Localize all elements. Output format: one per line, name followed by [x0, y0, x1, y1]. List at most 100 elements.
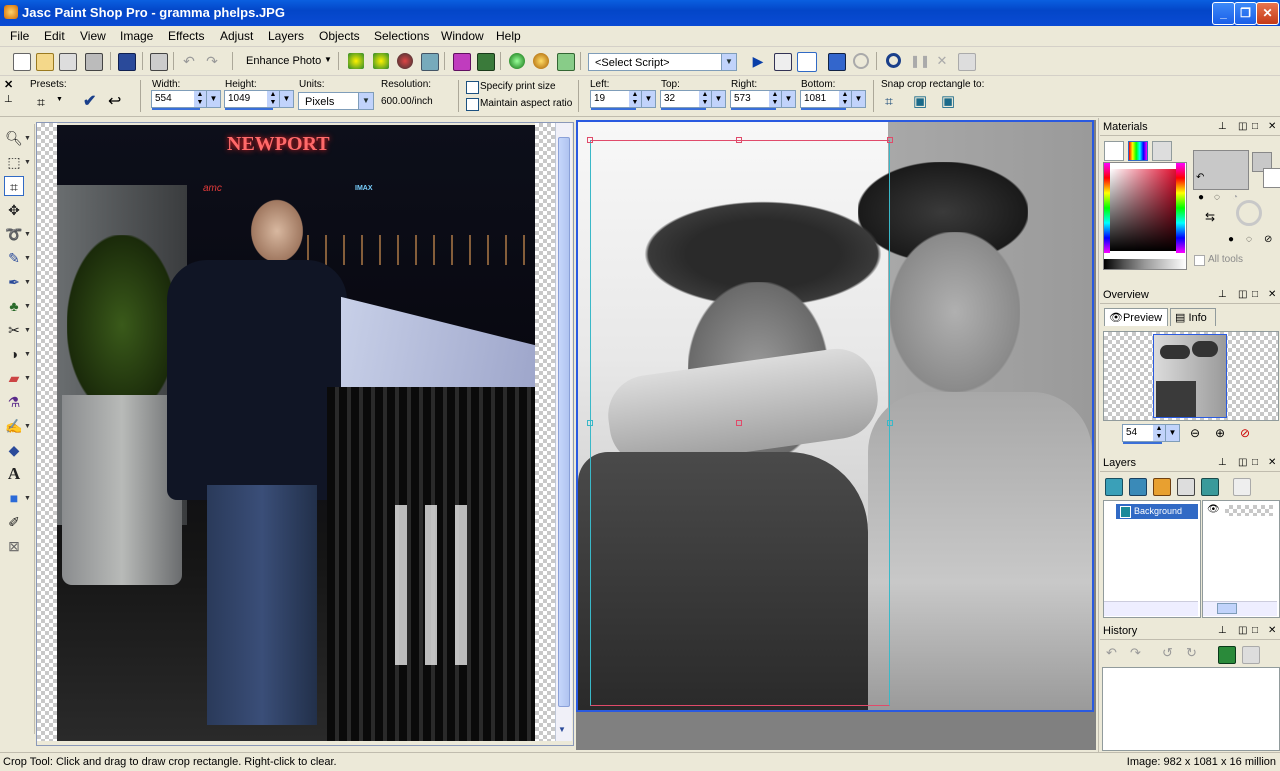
hue-bar-right[interactable] [1176, 163, 1185, 253]
undo-to-icon[interactable]: ↺ [1162, 645, 1173, 661]
crop-handle-top[interactable] [736, 137, 742, 143]
history-list[interactable] [1102, 667, 1280, 751]
pattern-icon[interactable]: ◔ [1232, 192, 1238, 203]
stop-icon[interactable]: ✕ [934, 53, 950, 69]
crop-handle-left[interactable] [587, 420, 593, 426]
minimize-button[interactable]: _ [1212, 2, 1235, 25]
menu-image[interactable]: Image [120, 29, 153, 43]
pin-icon[interactable]: ⊥ [1218, 623, 1227, 639]
zoom-actual-icon[interactable]: ⊘ [1240, 426, 1250, 440]
portrait-icon[interactable] [453, 53, 471, 71]
bg-none-icon[interactable]: ⊘ [1264, 234, 1272, 245]
bg-solid-icon[interactable]: ● [1228, 234, 1234, 245]
height-input[interactable]: 1049 ▲ ▼ ▼ [224, 90, 294, 110]
new-adjustment-icon[interactable] [1201, 478, 1219, 496]
help-icon[interactable]: ◫ [1238, 119, 1247, 135]
open-folder-icon[interactable] [36, 53, 54, 71]
hue-bar-left[interactable] [1104, 163, 1110, 253]
tab-preview[interactable]: 👁︎Preview [1104, 308, 1168, 326]
bottom-input[interactable]: 1081 ▲ ▼ ▼ [800, 90, 866, 110]
enhance-photo-menu[interactable]: Enhance Photo [246, 55, 321, 67]
units-select[interactable]: Pixels ▼ [298, 92, 374, 110]
swap-icon[interactable]: ↶ [1196, 172, 1204, 183]
green-face-icon[interactable] [509, 53, 525, 69]
close-options-icon[interactable]: ✕ [4, 78, 13, 91]
pin-icon[interactable]: ⊥ [4, 94, 13, 105]
maximize-icon[interactable]: □ [1252, 119, 1258, 135]
solid-color-icon[interactable]: ● [1198, 192, 1204, 203]
menu-selections[interactable]: Selections [374, 29, 429, 43]
pause-icon[interactable]: ❚❚ [910, 53, 930, 69]
help-icon[interactable]: ◫ [1238, 287, 1247, 303]
menu-objects[interactable]: Objects [319, 29, 360, 43]
undo-icon[interactable]: ↶ [181, 53, 197, 69]
document-window-right[interactable] [576, 120, 1096, 750]
chevron-down-icon[interactable]: ▼ [558, 725, 566, 734]
gradient-icon[interactable]: ◌ [1214, 192, 1220, 203]
grayscale-bar[interactable] [1104, 259, 1186, 269]
picture-tube-icon[interactable]: ⚗ [4, 392, 24, 412]
redo-to-icon[interactable]: ↻ [1186, 645, 1197, 661]
new-art-layer-icon[interactable] [1153, 478, 1171, 496]
apply-checkmark-icon[interactable]: ✔ [83, 91, 96, 111]
lasso-icon[interactable]: ➰ [4, 224, 24, 244]
airbrush-icon[interactable]: ✍ [4, 416, 24, 436]
pen-icon[interactable]: ✐ [4, 512, 24, 532]
text-icon[interactable]: A [4, 464, 24, 484]
saturation-field[interactable] [1110, 169, 1176, 251]
right-input[interactable]: 573 ▲ ▼ ▼ [730, 90, 796, 110]
zoom-in-icon[interactable]: ⊕ [1215, 426, 1225, 440]
script-select[interactable]: <Select Script> ▼ [588, 53, 737, 71]
save-script-icon[interactable] [958, 53, 976, 71]
menu-file[interactable]: File [10, 29, 29, 43]
duplicate-layer-icon[interactable] [1233, 478, 1251, 496]
left-input[interactable]: 19 ▲ ▼ ▼ [590, 90, 656, 110]
close-button[interactable]: ✕ [1256, 2, 1279, 25]
close-icon[interactable]: ✕ [1268, 119, 1276, 135]
night-photo[interactable]: NEWPORT amc IMAX [57, 125, 535, 741]
cube-icon[interactable] [421, 53, 439, 71]
one-step-fix-icon[interactable] [348, 53, 364, 69]
menu-effects[interactable]: Effects [168, 29, 204, 43]
orange-face-icon[interactable] [533, 53, 549, 69]
properties-hscroll[interactable] [1203, 601, 1277, 616]
new-raster-layer-icon[interactable] [1105, 478, 1123, 496]
fix-noise-icon[interactable] [373, 53, 389, 69]
move-icon[interactable]: ✥ [4, 200, 24, 220]
maximize-icon[interactable]: □ [1252, 623, 1258, 639]
crop-handle-top-left[interactable] [587, 137, 593, 143]
snap-current-layer-icon[interactable]: ⌗ [885, 93, 893, 110]
frame-tab-icon[interactable] [1104, 141, 1124, 161]
crop-preset-icon[interactable]: ⌗ [37, 94, 45, 111]
maximize-button[interactable]: ❐ [1234, 2, 1257, 25]
swap-colors-icon[interactable]: ⇆ [1205, 210, 1215, 224]
browse-icon[interactable] [59, 53, 77, 71]
pin-icon[interactable]: ⊥ [1218, 455, 1227, 471]
help-icon[interactable]: ◫ [1238, 455, 1247, 471]
overview-preview[interactable] [1103, 331, 1279, 421]
left-doc-scrollbar[interactable]: ▼ [555, 123, 572, 741]
dodge-icon[interactable]: ◑ [4, 344, 24, 364]
snap-selection-icon[interactable]: ▣ [913, 92, 927, 110]
landscape-icon[interactable] [477, 53, 495, 71]
eraser-icon[interactable]: ▰ [4, 368, 24, 388]
color-picker[interactable] [1103, 162, 1187, 270]
start-recording-icon[interactable] [886, 53, 901, 68]
scratch-remover-icon[interactable]: ✂ [4, 320, 24, 340]
quickscript-icon[interactable] [1218, 646, 1236, 664]
paintbrush-icon[interactable]: ✒ [4, 272, 24, 292]
visibility-eye-icon[interactable]: 👁︎ [1207, 504, 1220, 515]
save-icon[interactable] [118, 53, 136, 71]
crop-tool-icon[interactable]: ⌗ [4, 176, 24, 196]
undo-history-icon[interactable]: ↶ [1106, 645, 1117, 661]
help-icon[interactable]: ◫ [1238, 623, 1247, 639]
new-mask-icon[interactable] [1177, 478, 1195, 496]
close-icon[interactable]: ✕ [1268, 287, 1276, 303]
menu-window[interactable]: Window [441, 29, 484, 43]
rainbow-tab-icon[interactable] [1128, 141, 1148, 161]
record-script-icon[interactable] [828, 53, 846, 71]
transparent-icon[interactable] [1236, 200, 1262, 226]
warp-icon[interactable]: ⊠ [4, 536, 24, 556]
flood-fill-icon[interactable]: ◆ [4, 440, 24, 460]
edit-script-icon[interactable] [774, 53, 792, 71]
